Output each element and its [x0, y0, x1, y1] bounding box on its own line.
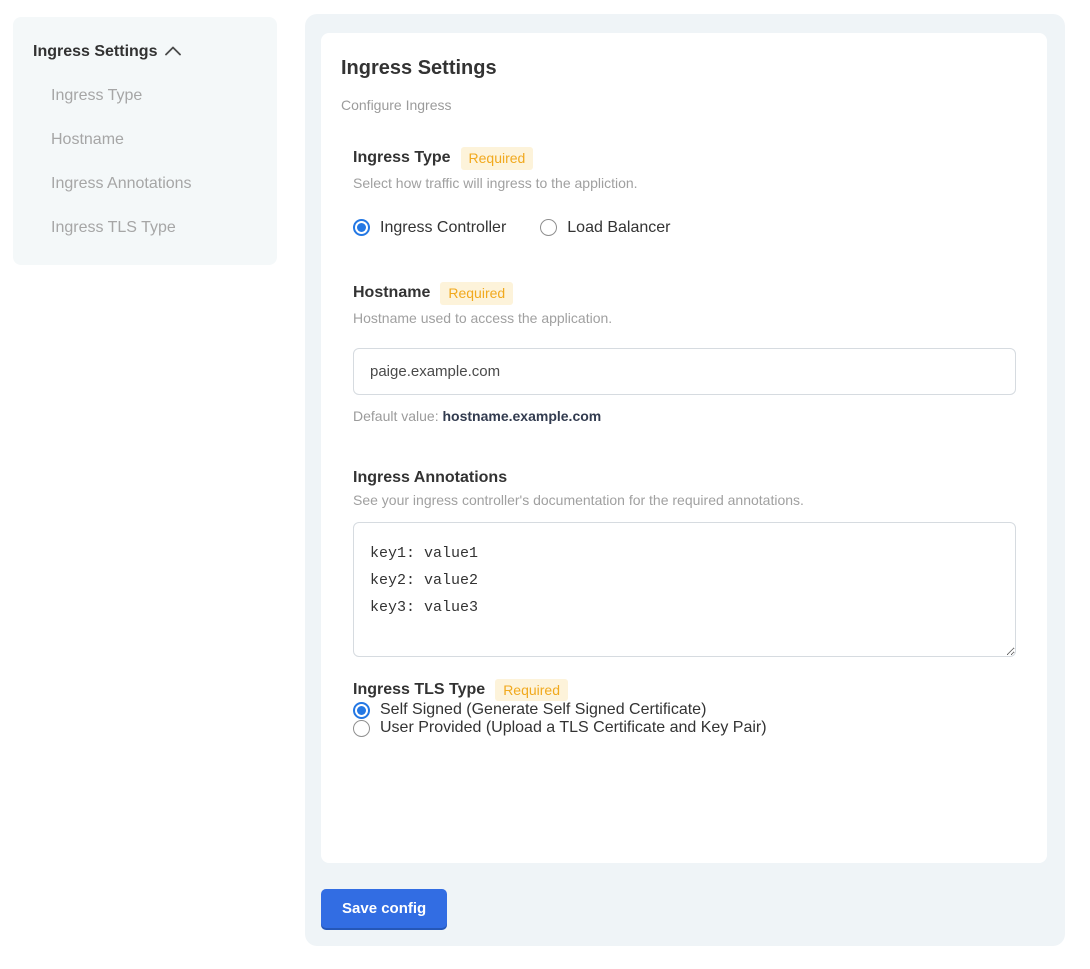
hostname-label: Hostname: [353, 284, 430, 302]
sidebar-group-ingress-settings[interactable]: Ingress Settings: [33, 43, 257, 61]
ingress-type-label: Ingress Type: [353, 149, 451, 167]
sidebar-item-list: Ingress Type Hostname Ingress Annotation…: [33, 87, 257, 237]
required-badge: Required: [440, 282, 513, 305]
ingress-annotations-textarea[interactable]: key1: value1 key2: value2 key3: value3: [353, 522, 1016, 657]
radio-label: Ingress Controller: [380, 219, 506, 237]
sidebar-item-ingress-tls-type[interactable]: Ingress TLS Type: [33, 219, 257, 237]
radio-label: Load Balancer: [567, 219, 670, 237]
radio-self-signed[interactable]: Self Signed (Generate Self Signed Certif…: [353, 701, 1027, 719]
config-panel: Ingress Settings Configure Ingress Ingre…: [305, 14, 1065, 946]
radio-label: User Provided (Upload a TLS Certificate …: [380, 719, 767, 737]
hostname-help: Hostname used to access the application.: [353, 310, 1027, 326]
default-value-text: hostname.example.com: [443, 408, 602, 424]
save-config-button[interactable]: Save config: [321, 889, 447, 928]
radio-selected-icon[interactable]: [353, 702, 370, 719]
ingress-settings-card: Ingress Settings Configure Ingress Ingre…: [321, 33, 1047, 863]
section-ingress-annotations: Ingress Annotations See your ingress con…: [353, 469, 1027, 657]
default-value-label: Default value:: [353, 408, 439, 424]
section-ingress-type: Ingress Type Required Select how traffic…: [353, 147, 1027, 237]
radio-user-provided[interactable]: User Provided (Upload a TLS Certificate …: [353, 719, 1027, 737]
ingress-annotations-label: Ingress Annotations: [353, 469, 507, 487]
sidebar-item-ingress-annotations[interactable]: Ingress Annotations: [33, 175, 257, 193]
ingress-annotations-help: See your ingress controller's documentat…: [353, 492, 1027, 508]
radio-load-balancer[interactable]: Load Balancer: [540, 219, 670, 237]
chevron-up-icon: [165, 43, 181, 61]
sidebar-item-hostname[interactable]: Hostname: [33, 131, 257, 149]
page-subtitle: Configure Ingress: [341, 97, 1027, 113]
required-badge: Required: [461, 147, 534, 170]
hostname-default-line: Default value: hostname.example.com: [353, 408, 1027, 424]
radio-unselected-icon[interactable]: [540, 219, 557, 236]
required-badge: Required: [495, 679, 568, 702]
ingress-type-help: Select how traffic will ingress to the a…: [353, 175, 1027, 191]
sidebar-group-label: Ingress Settings: [33, 43, 157, 61]
radio-selected-icon[interactable]: [353, 219, 370, 236]
config-nav-sidebar: Ingress Settings Ingress Type Hostname I…: [13, 17, 277, 265]
ingress-type-radio-group: Ingress Controller Load Balancer: [353, 219, 1027, 237]
page-title: Ingress Settings: [341, 57, 1027, 80]
radio-label: Self Signed (Generate Self Signed Certif…: [380, 701, 706, 719]
sidebar-item-ingress-type[interactable]: Ingress Type: [33, 87, 257, 105]
section-hostname: Hostname Required Hostname used to acces…: [353, 282, 1027, 424]
radio-ingress-controller[interactable]: Ingress Controller: [353, 219, 506, 237]
radio-unselected-icon[interactable]: [353, 720, 370, 737]
section-ingress-tls-type: Ingress TLS Type Required Self Signed (G…: [353, 679, 1027, 738]
ingress-tls-type-label: Ingress TLS Type: [353, 681, 485, 699]
hostname-input[interactable]: [353, 348, 1016, 395]
